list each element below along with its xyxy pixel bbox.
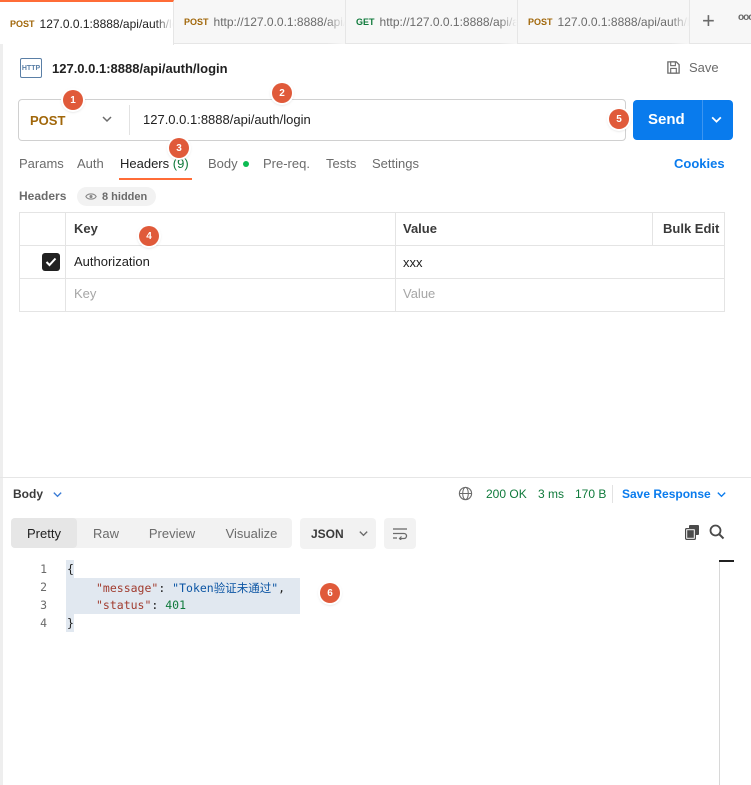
annotation-badge: 1 xyxy=(63,90,83,110)
tab-method: POST xyxy=(528,17,553,27)
chevron-down-icon[interactable] xyxy=(101,113,113,128)
url-input[interactable]: 127.0.0.1:8888/api/auth/login xyxy=(143,112,311,127)
response-divider xyxy=(612,485,613,503)
tab-url: http://127.0.0.1:8888/api/auth xyxy=(379,15,517,29)
send-label[interactable]: Send xyxy=(648,111,685,128)
response-status[interactable]: 200 OK xyxy=(486,487,527,501)
new-header-value-input[interactable]: Value xyxy=(403,286,435,301)
copy-icon[interactable] xyxy=(684,524,700,543)
json-value: 401 xyxy=(165,598,187,612)
send-options-chevron-icon[interactable] xyxy=(710,113,723,129)
send-divider xyxy=(702,100,703,140)
table-header-row xyxy=(20,213,724,246)
view-preview-button[interactable]: Preview xyxy=(136,518,208,548)
tab-auth[interactable]: Auth xyxy=(77,156,104,171)
chevron-down-icon[interactable] xyxy=(52,488,63,503)
json-value: "Token验证未通过" xyxy=(172,581,279,595)
active-tab-indicator xyxy=(119,178,192,180)
hidden-headers-toggle[interactable]: 8 hidden xyxy=(77,187,157,206)
line-number: 3 xyxy=(40,598,47,612)
request-title[interactable]: 127.0.0.1:8888/api/auth/login xyxy=(52,61,228,76)
tab-prereq[interactable]: Pre-req. xyxy=(263,156,310,171)
pane-left-edge xyxy=(0,44,3,785)
tab-settings[interactable]: Settings xyxy=(372,156,419,171)
json-key: "status" xyxy=(96,598,152,612)
request-tab[interactable]: POST 127.0.0.1:8888/api/auth/login xyxy=(518,0,690,44)
body-status-dot xyxy=(242,160,249,167)
request-tabs-bar: POST 127.0.0.1:8888/api/auth/login POST … xyxy=(0,0,751,45)
tab-method: POST xyxy=(10,18,35,29)
line-number: 4 xyxy=(40,616,47,630)
header-enabled-checkbox[interactable] xyxy=(42,253,60,271)
annotation-badge: 5 xyxy=(609,109,629,129)
code-line[interactable]: "message": "Token验证未通过", xyxy=(96,580,285,596)
tab-params[interactable]: Params xyxy=(19,156,64,171)
annotation-badge: 4 xyxy=(139,226,159,246)
tab-headers[interactable]: Headers (9) xyxy=(120,156,189,171)
line-number: 2 xyxy=(40,580,47,594)
column-header-value: Value xyxy=(403,221,437,236)
tab-headers-count: (9) xyxy=(172,156,189,171)
json-key: "message" xyxy=(96,581,159,595)
tab-body[interactable]: Body xyxy=(208,156,249,171)
hidden-headers-label: 8 hidden xyxy=(102,190,148,203)
response-time[interactable]: 3 ms xyxy=(538,487,564,501)
format-label: JSON xyxy=(311,526,344,541)
view-pretty-button[interactable]: Pretty xyxy=(11,518,77,548)
wrap-lines-icon xyxy=(393,528,408,540)
new-tab-button[interactable]: + xyxy=(702,10,715,32)
view-visualize-button[interactable]: Visualize xyxy=(214,518,289,548)
search-icon[interactable] xyxy=(709,524,725,543)
tab-tests[interactable]: Tests xyxy=(326,156,356,171)
request-tab[interactable]: POST http://127.0.0.1:8888/api/auth xyxy=(174,0,346,44)
code-scrollbar[interactable] xyxy=(719,560,720,785)
annotation-badge: 6 xyxy=(320,583,340,603)
globe-icon[interactable] xyxy=(458,486,473,504)
pane-divider[interactable] xyxy=(0,477,751,478)
tab-body-label: Body xyxy=(208,156,238,171)
code-line[interactable]: } xyxy=(67,616,74,630)
annotation-badge: 2 xyxy=(272,83,292,103)
cookies-link[interactable]: Cookies xyxy=(674,156,725,171)
format-select[interactable]: JSON xyxy=(300,518,376,549)
tab-method: POST xyxy=(184,17,209,27)
more-tabs-button[interactable]: ooo xyxy=(738,12,751,23)
column-header-key: Key xyxy=(74,221,98,236)
code-scrollbar-thumb[interactable] xyxy=(719,560,734,562)
tab-method: GET xyxy=(356,17,375,27)
eye-icon xyxy=(85,193,97,200)
new-header-key-input[interactable]: Key xyxy=(74,286,96,301)
save-response-button[interactable]: Save Response xyxy=(622,487,711,501)
chevron-down-icon[interactable] xyxy=(716,488,727,503)
bulk-edit-button[interactable]: Bulk Edit xyxy=(663,221,719,236)
annotation-badge: 3 xyxy=(169,138,189,158)
http-request-icon: HTTP xyxy=(20,58,42,78)
code-line[interactable]: { xyxy=(67,562,74,576)
save-button[interactable]: Save xyxy=(666,60,719,75)
wrap-lines-button[interactable] xyxy=(384,518,416,549)
code-line[interactable]: "status": 401 xyxy=(96,598,186,612)
url-divider xyxy=(129,105,130,135)
chevron-down-icon xyxy=(359,531,368,537)
line-number: 1 xyxy=(40,562,47,576)
check-icon xyxy=(45,257,57,267)
response-size[interactable]: 170 B xyxy=(575,487,606,501)
save-label: Save xyxy=(689,60,719,75)
tab-url: 127.0.0.1:8888/api/auth/login xyxy=(39,16,173,31)
header-value-cell[interactable]: xxx xyxy=(403,255,423,270)
response-body-selector[interactable]: Body xyxy=(13,487,43,501)
request-tab[interactable]: POST 127.0.0.1:8888/api/auth/login xyxy=(0,0,174,45)
save-icon xyxy=(667,61,680,74)
method-select[interactable]: POST xyxy=(30,113,65,128)
tab-headers-label: Headers xyxy=(120,156,170,171)
headers-section-label: Headers xyxy=(19,189,67,203)
request-tab[interactable]: GET http://127.0.0.1:8888/api/auth xyxy=(346,0,518,44)
header-key-cell[interactable]: Authorization xyxy=(74,254,150,269)
view-raw-button[interactable]: Raw xyxy=(80,518,132,548)
